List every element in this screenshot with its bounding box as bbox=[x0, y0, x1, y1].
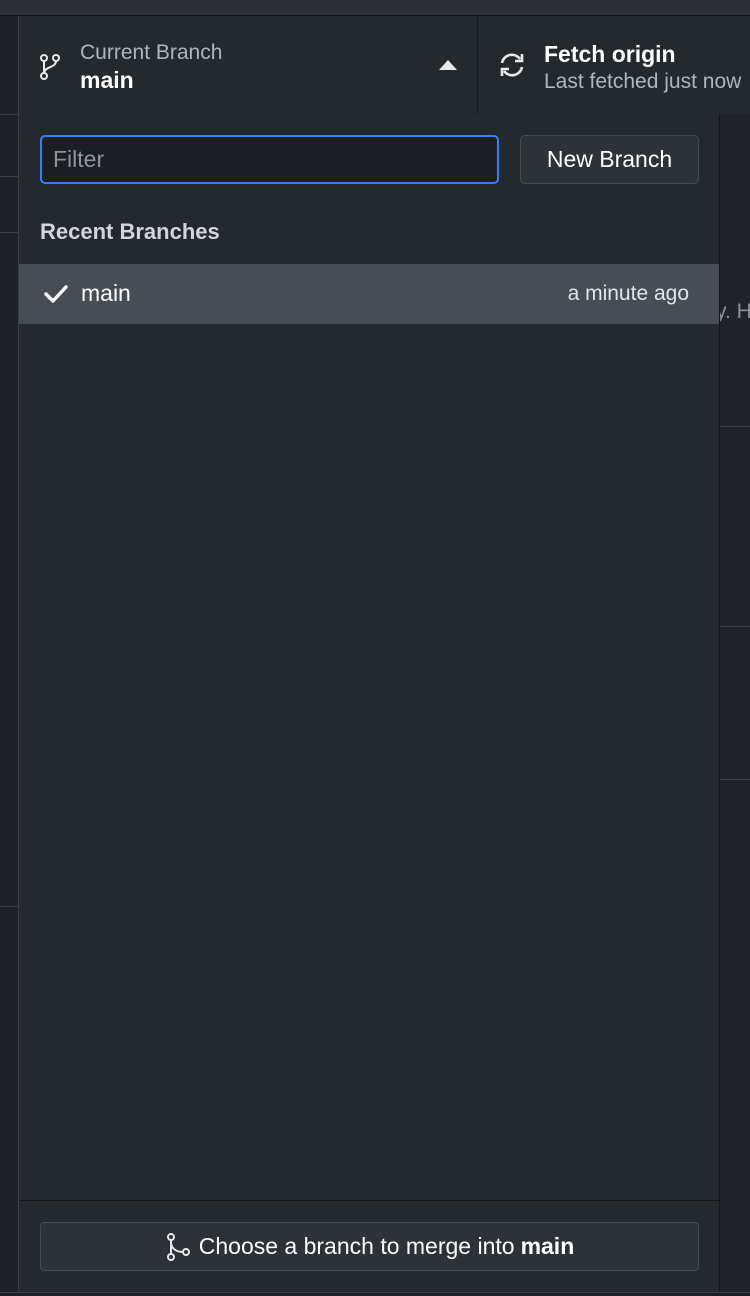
window-top-strip bbox=[0, 0, 750, 16]
merge-into-branch-button[interactable]: Choose a branch to merge into main bbox=[40, 1222, 699, 1271]
filter-input[interactable] bbox=[40, 135, 499, 184]
footer-divider bbox=[19, 1200, 719, 1201]
fetch-origin-button[interactable]: Fetch origin Last fetched just now bbox=[479, 16, 750, 114]
merge-button-label: Choose a branch to merge into bbox=[198, 1233, 515, 1259]
merge-target-branch: main bbox=[520, 1233, 575, 1259]
divider bbox=[0, 906, 19, 907]
current-branch-button[interactable]: Current Branch main bbox=[19, 16, 478, 114]
divider bbox=[0, 176, 19, 177]
fetch-origin-subtitle: Last fetched just now bbox=[544, 70, 742, 93]
background-text: y. H bbox=[716, 300, 750, 323]
divider bbox=[720, 779, 750, 780]
new-branch-button[interactable]: New Branch bbox=[520, 135, 699, 184]
divider bbox=[720, 626, 750, 627]
divider bbox=[0, 232, 19, 233]
left-sidebar-edge bbox=[0, 16, 19, 1296]
current-branch-caption: Current Branch bbox=[80, 41, 223, 64]
branch-name: main bbox=[81, 280, 131, 306]
caret-up-icon bbox=[439, 60, 457, 70]
git-branch-icon bbox=[40, 54, 60, 80]
branch-dropdown: New Branch Recent Branches main a minute… bbox=[19, 114, 720, 1292]
recent-branches-header: Recent Branches bbox=[40, 219, 220, 244]
toolbar: Current Branch main Fetch origin Last fe… bbox=[19, 16, 750, 114]
background-panel bbox=[720, 114, 750, 1296]
git-merge-icon bbox=[166, 1232, 190, 1261]
window-bottom-edge bbox=[0, 1292, 750, 1296]
current-branch-name: main bbox=[80, 67, 134, 93]
sync-icon bbox=[500, 53, 524, 77]
check-icon bbox=[44, 285, 68, 303]
branch-list-item[interactable]: main a minute ago bbox=[19, 264, 719, 324]
divider bbox=[720, 426, 750, 427]
fetch-origin-title: Fetch origin bbox=[544, 41, 676, 67]
branch-last-used: a minute ago bbox=[567, 282, 689, 305]
divider bbox=[0, 114, 19, 115]
